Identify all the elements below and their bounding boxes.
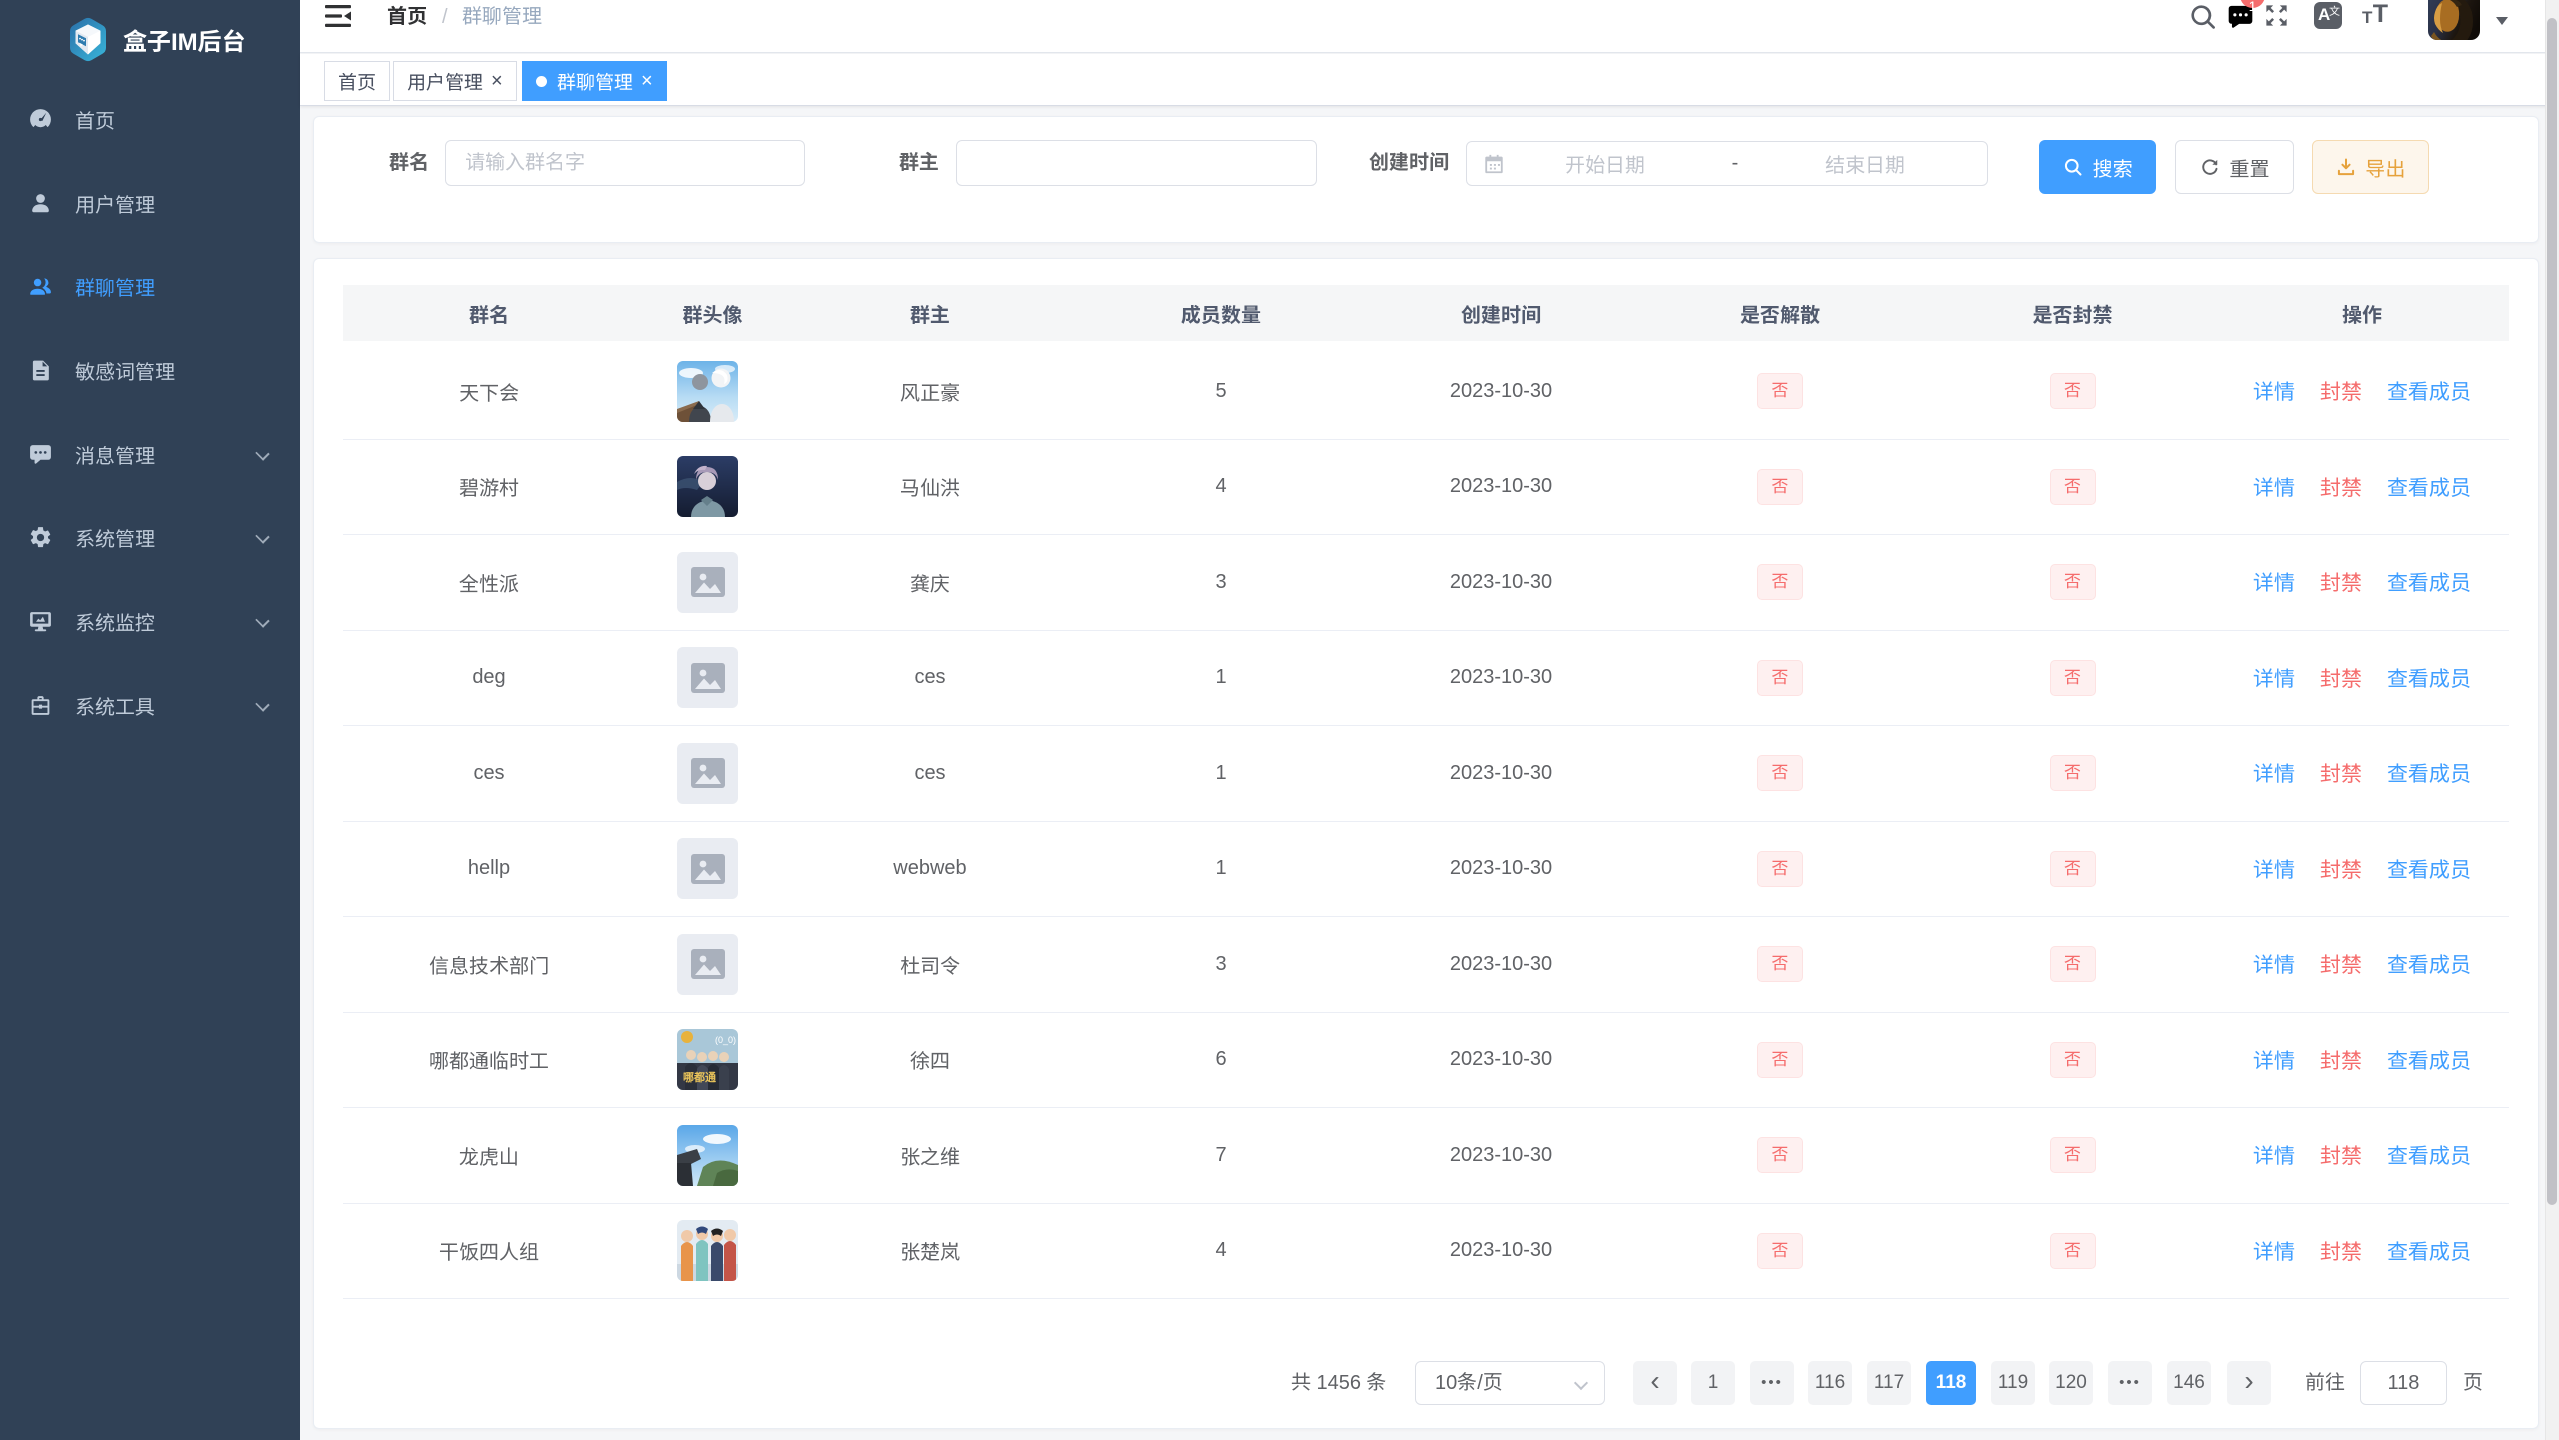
svg-text:(0_0): (0_0) [715, 1035, 736, 1045]
svg-text:哪都通: 哪都通 [683, 1070, 716, 1084]
